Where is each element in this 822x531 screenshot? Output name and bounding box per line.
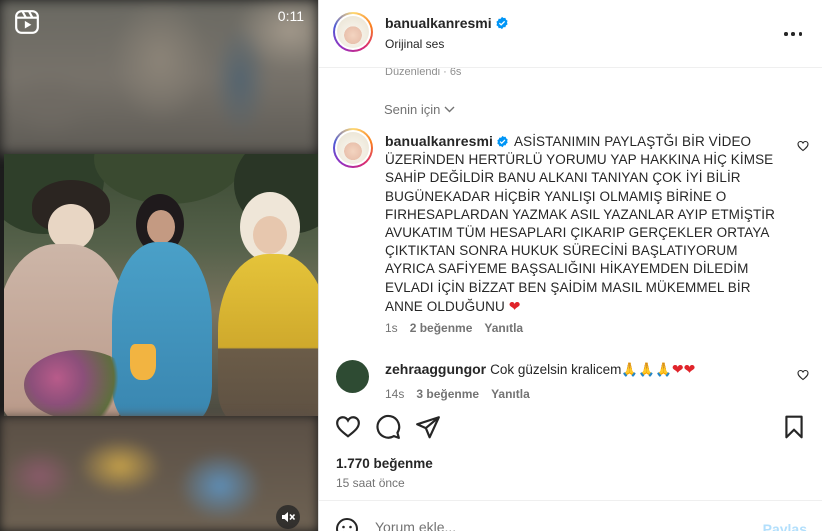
edited-label: Düzenlendi · 6s	[385, 68, 462, 78]
video-blurred-top	[0, 0, 318, 154]
comment-body: Cok güzelsin kralicem🙏🙏🙏	[490, 362, 672, 377]
comment-age: 14s	[385, 387, 405, 401]
share-paper-plane-icon[interactable]	[415, 414, 441, 440]
post-detail-panel: banualkanresmi Orijinal ses Düzenlendi ·…	[318, 0, 822, 531]
comment-composer: Paylaş	[319, 500, 822, 531]
author-username[interactable]: banualkanresmi	[385, 15, 509, 31]
caption-reply-button[interactable]: Yanıtla	[484, 321, 523, 335]
caption-likes-link[interactable]: 2 beğenme	[410, 321, 473, 335]
video-duration: 0:11	[277, 8, 304, 24]
mute-toggle-button[interactable]	[276, 505, 300, 529]
post-comment-button[interactable]: Paylaş	[763, 521, 807, 531]
post-header: banualkanresmi Orijinal ses	[319, 0, 822, 68]
comment-input[interactable]	[375, 519, 735, 531]
caption-age: 1s	[385, 321, 398, 335]
post-time: 15 saat önce	[336, 476, 405, 490]
comment-sort-dropdown[interactable]: Senin için	[384, 102, 455, 117]
comment-meta: 14s 3 beğenme Yanıtla	[385, 387, 530, 401]
heart-outline-icon[interactable]	[797, 140, 809, 152]
chevron-down-icon	[444, 106, 455, 113]
commenter-username[interactable]: zehraaggungor	[385, 361, 486, 377]
comment-bubble-icon[interactable]	[375, 414, 401, 440]
like-heart-icon[interactable]	[335, 414, 361, 440]
reel-video-player[interactable]: 0:11	[0, 0, 318, 531]
caption-text: banualkanresmi ASİSTANIMIN PAYLAŞTĞI BİR …	[385, 132, 785, 316]
commenter-avatar[interactable]	[336, 360, 369, 393]
audio-label[interactable]: Orijinal ses	[385, 37, 444, 51]
bookmark-save-icon[interactable]	[781, 414, 807, 440]
comments-list[interactable]: Düzenlendi · 6s Senin için banualkanresm…	[319, 68, 822, 404]
reels-icon	[15, 10, 39, 34]
emoji-picker-icon[interactable]	[335, 517, 359, 531]
like-count[interactable]: 1.770 beğenme	[336, 456, 433, 471]
post-actions-bar	[319, 404, 822, 450]
caption-meta: 1s 2 beğenme Yanıtla	[385, 321, 523, 335]
video-blurred-bottom	[0, 416, 318, 531]
heart-emoji: ❤❤	[671, 361, 696, 377]
comment-text: zehraaggungor Cok güzelsin kralicem🙏🙏🙏❤❤	[385, 360, 695, 379]
heart-emoji: ❤	[508, 297, 521, 314]
video-frame	[4, 154, 318, 416]
caption-body: ASİSTANIMIN PAYLAŞTĞI BİR VİDEO ÜZERİNDE…	[385, 134, 776, 314]
caption-username[interactable]: banualkanresmi	[385, 133, 509, 149]
author-avatar[interactable]	[333, 12, 373, 52]
verified-badge-icon	[497, 135, 508, 148]
verified-badge-icon	[496, 16, 508, 30]
comment-likes-link[interactable]: 3 beğenme	[416, 387, 479, 401]
muted-speaker-icon	[282, 512, 296, 522]
more-options-icon[interactable]	[784, 25, 802, 43]
comment-reply-button[interactable]: Yanıtla	[491, 387, 530, 401]
heart-outline-icon[interactable]	[797, 369, 809, 381]
caption-avatar[interactable]	[333, 128, 373, 168]
